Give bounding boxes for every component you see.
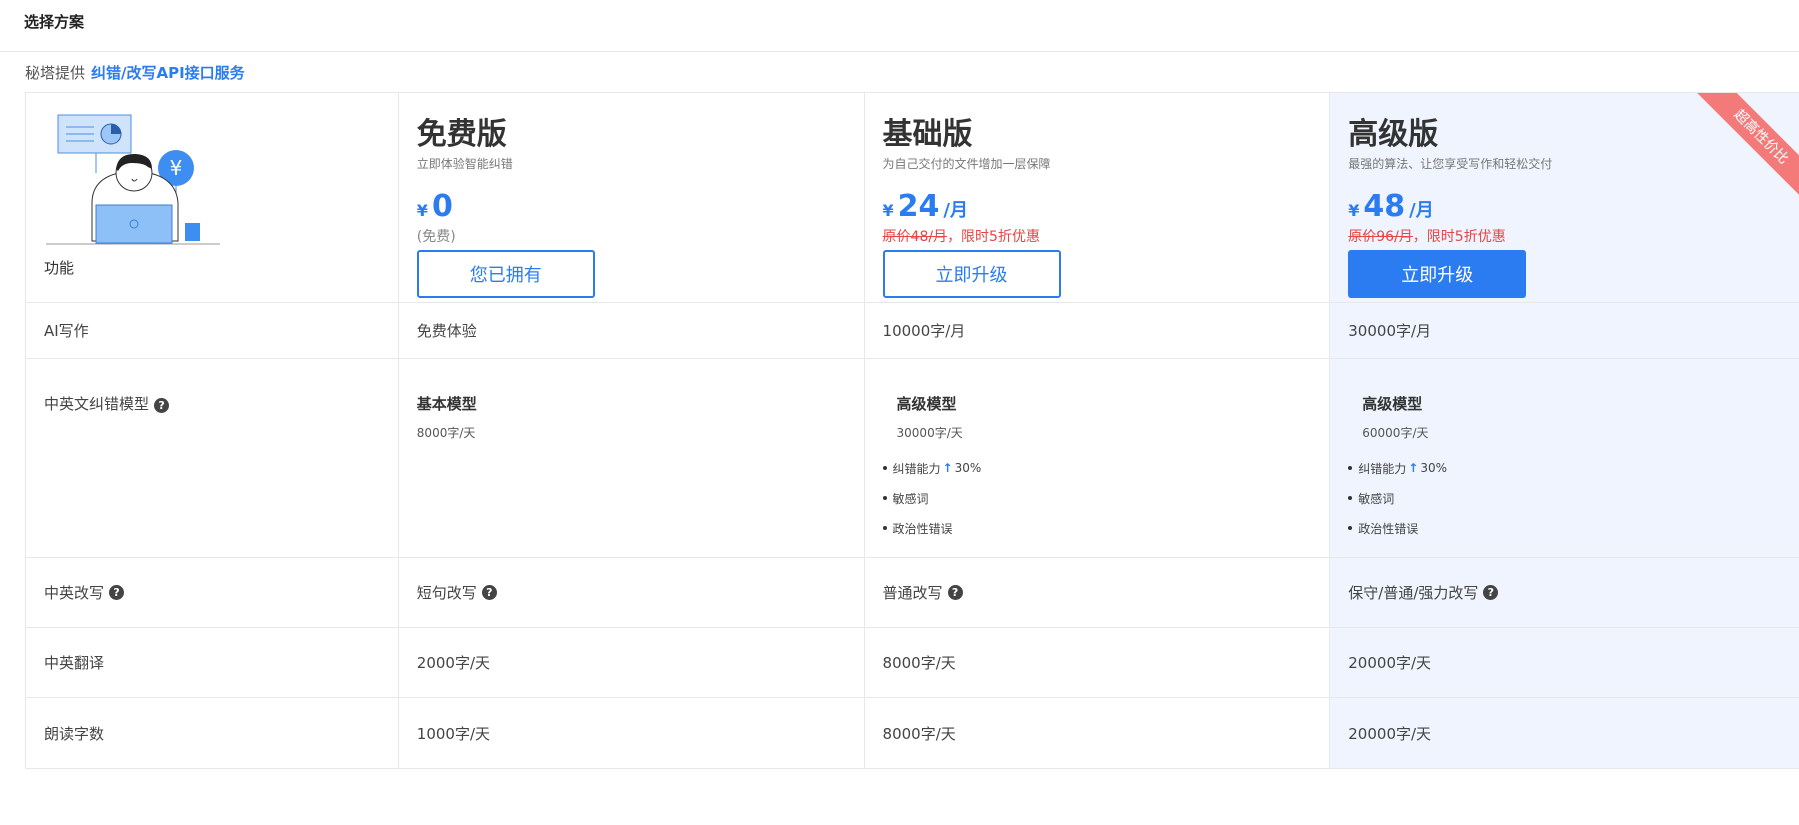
free-value: 1000字/天 <box>399 698 865 768</box>
price-note: (免费) <box>416 229 456 245</box>
feature-label: 朗读字数 <box>26 698 399 768</box>
plan-price: ¥ 48 /月 <box>1348 192 1781 224</box>
page-title: 选择方案 <box>24 13 85 31</box>
free-value: 免费体验 <box>399 303 865 358</box>
plan-description: 最强的算法、让您享受写作和轻松交付 <box>1348 157 1553 171</box>
plan-name: 免费版 <box>416 117 507 152</box>
basic-value: 普通改写 <box>882 584 943 602</box>
model-title: 高级模型 <box>1362 395 1423 413</box>
pricing-table: ¥ 功能 免费版 立即体验智能纠错 ¥ 0 (免费) 您已拥有 基础版 为自己交… <box>25 92 1799 769</box>
plan-header-row: ¥ 功能 免费版 立即体验智能纠错 ¥ 0 (免费) 您已拥有 基础版 为自己交… <box>26 93 1799 303</box>
pro-value: 20000字/天 <box>1330 698 1799 768</box>
api-promo: 秘塔提供 纠错/改写API接口服务 <box>0 52 1799 92</box>
list-item: 纠错能力 ↑ 30% <box>1350 453 1781 483</box>
pro-value: 30000字/月 <box>1330 303 1799 358</box>
help-icon[interactable]: ? <box>947 585 963 600</box>
price-value: 24 <box>897 189 940 224</box>
pro-value-cell: 保守/普通/强力改写? <box>1330 558 1799 627</box>
basic-value: 10000字/月 <box>865 303 1331 358</box>
list-item: 政治性错误 <box>1350 513 1781 543</box>
help-icon[interactable]: ? <box>481 585 497 600</box>
free-value-cell: 基本模型 8000字/天 <box>399 359 865 557</box>
basic-value: 8000字/天 <box>865 628 1331 697</box>
list-item: 纠错能力 ↑ 30% <box>885 453 1312 483</box>
model-quota: 60000字/天 <box>1362 426 1429 440</box>
feature-label: 中英文纠错模型 <box>44 395 150 413</box>
list-item: 敏感词 <box>1350 483 1781 513</box>
feature-header-cell: ¥ 功能 <box>26 93 399 302</box>
list-item: 敏感词 <box>885 483 1312 513</box>
model-title: 基本模型 <box>416 395 477 413</box>
basic-plan-header: 基础版 为自己交付的文件增加一层保障 ¥ 24 /月 原价48/月，限时5折优惠… <box>865 93 1331 302</box>
upgrade-basic-button[interactable]: 立即升级 <box>882 250 1061 298</box>
plan-description: 为自己交付的文件增加一层保障 <box>882 157 1051 171</box>
arrow-up-icon: ↑ <box>1408 461 1419 475</box>
table-row-rewrite: 中英改写? 短句改写? 普通改写? 保守/普通/强力改写? <box>26 558 1799 628</box>
currency-symbol: ¥ <box>416 201 428 220</box>
upgrade-pro-button[interactable]: 立即升级 <box>1348 250 1527 298</box>
free-value-cell: 短句改写? <box>399 558 865 627</box>
owned-button[interactable]: 您已拥有 <box>416 250 595 298</box>
feature-label: AI写作 <box>26 303 399 358</box>
help-icon[interactable]: ? <box>154 398 170 413</box>
list-item: 政治性错误 <box>885 513 1312 543</box>
table-row-translate: 中英翻译 2000字/天 8000字/天 20000字/天 <box>26 628 1799 698</box>
price-unit: /月 <box>943 200 968 221</box>
help-icon[interactable]: ? <box>109 585 125 600</box>
price-discount-note: 原价48/月，限时5折优惠 <box>883 226 1312 246</box>
free-plan-header: 免费版 立即体验智能纠错 ¥ 0 (免费) 您已拥有 <box>399 93 865 302</box>
currency-symbol: ¥ <box>882 201 894 220</box>
model-quota: 30000字/天 <box>896 426 963 440</box>
plan-name: 高级版 <box>1348 117 1439 152</box>
currency-symbol: ¥ <box>1348 201 1360 220</box>
plan-description: 立即体验智能纠错 <box>416 157 513 171</box>
basic-value-cell: 普通改写? <box>865 558 1331 627</box>
workspace-illustration: ¥ <box>46 114 220 245</box>
api-service-link[interactable]: 纠错/改写API接口服务 <box>91 62 245 83</box>
pro-plan-header: 超高性价比 高级版 最强的算法、让您享受写作和轻松交付 ¥ 48 /月 原价96… <box>1330 93 1799 302</box>
model-feature-list: 纠错能力 ↑ 30% 敏感词 政治性错误 <box>1350 453 1781 543</box>
table-row-correction-model: 中英文纠错模型? 基本模型 8000字/天 高级模型 30000字/天 纠错能力… <box>26 359 1799 558</box>
discount-text: ，限时5折优惠 <box>947 229 1040 245</box>
free-value: 短句改写 <box>416 584 477 602</box>
help-icon[interactable]: ? <box>1483 585 1499 600</box>
page-header: 选择方案 <box>0 0 1799 52</box>
plan-name: 基础版 <box>882 117 973 152</box>
model-title: 高级模型 <box>896 395 957 413</box>
original-price: 原价96/月 <box>1348 229 1413 245</box>
basic-value: 8000字/天 <box>865 698 1331 768</box>
discount-text: ，限时5折优惠 <box>1412 229 1506 245</box>
api-promo-prefix: 秘塔提供 <box>25 63 86 82</box>
plan-price: ¥ 0 <box>417 192 846 224</box>
arrow-up-icon: ↑ <box>942 461 953 475</box>
model-feature-list: 纠错能力 ↑ 30% 敏感词 政治性错误 <box>885 453 1312 543</box>
feature-label: 中英改写 <box>44 584 105 602</box>
free-value: 2000字/天 <box>399 628 865 697</box>
pro-value: 保守/普通/强力改写 <box>1348 584 1479 602</box>
feature-cell: 中英文纠错模型? <box>26 359 399 557</box>
price-unit: /月 <box>1409 200 1434 221</box>
feature-label: 中英翻译 <box>26 628 399 697</box>
table-row-ai-writing: AI写作 免费体验 10000字/月 30000字/月 <box>26 303 1799 359</box>
price-value: 0 <box>431 189 453 224</box>
plan-price: ¥ 24 /月 <box>883 192 1312 224</box>
svg-text:¥: ¥ <box>170 156 183 180</box>
original-price: 原价48/月 <box>882 229 948 245</box>
basic-value-cell: 高级模型 30000字/天 纠错能力 ↑ 30% 敏感词 政治性错误 <box>865 359 1331 557</box>
feature-column-label: 功能 <box>44 259 75 277</box>
pro-value: 20000字/天 <box>1330 628 1799 697</box>
price-value: 48 <box>1363 189 1406 224</box>
table-row-read-aloud: 朗读字数 1000字/天 8000字/天 20000字/天 <box>26 698 1799 768</box>
price-discount-note: 原价96/月，限时5折优惠 <box>1348 226 1781 246</box>
model-quota: 8000字/天 <box>416 426 476 440</box>
pro-value-cell: 高级模型 60000字/天 纠错能力 ↑ 30% 敏感词 政治性错误 <box>1330 359 1799 557</box>
feature-cell: 中英改写? <box>26 558 399 627</box>
